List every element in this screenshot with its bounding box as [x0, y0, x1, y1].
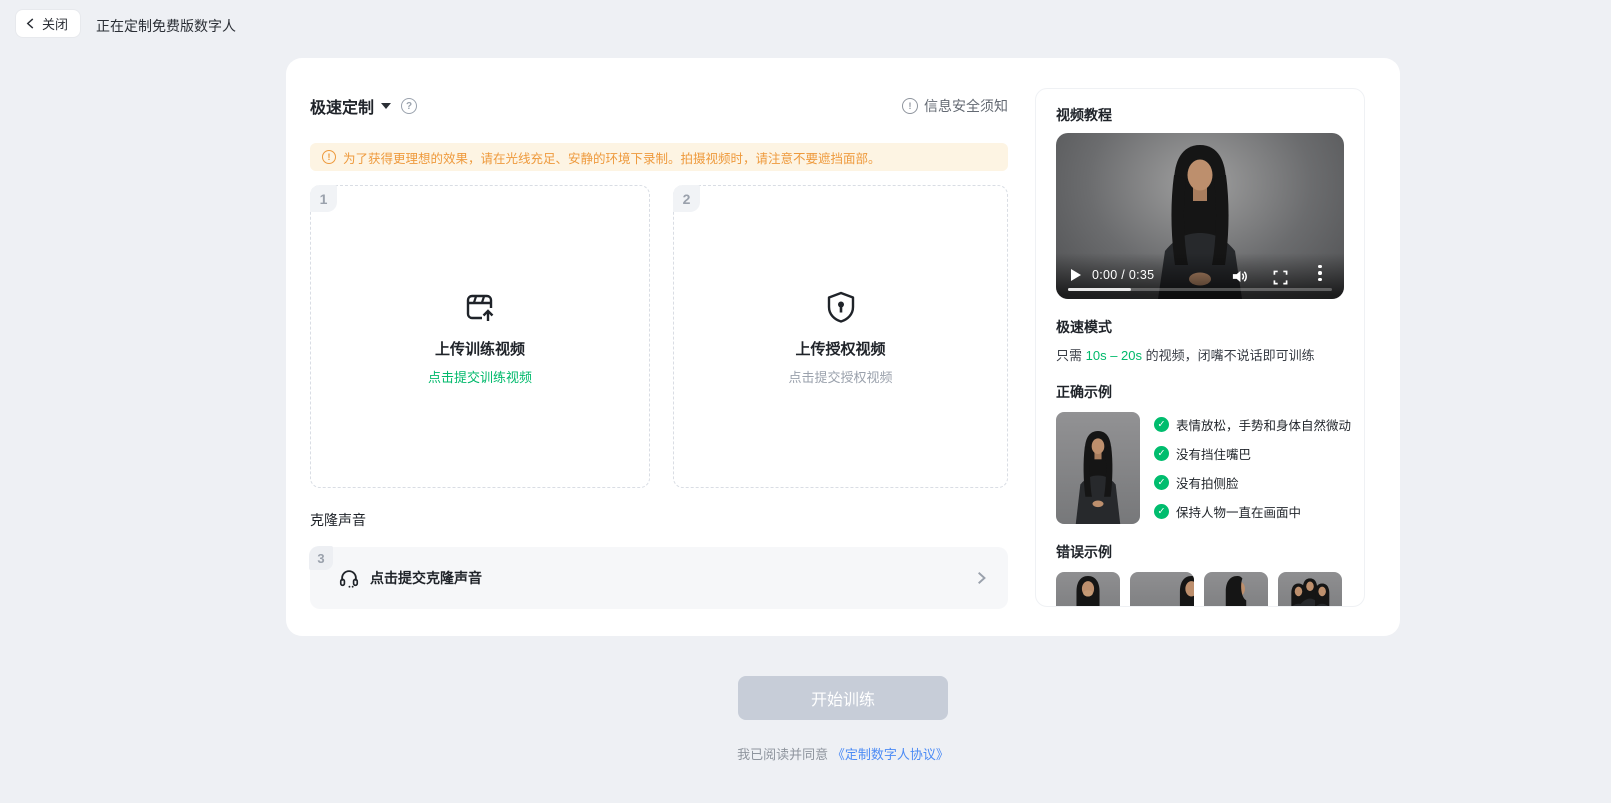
upload-training-title: 上传训练视频: [435, 338, 525, 359]
wrong-example-thumbnails: [1056, 572, 1344, 607]
upload-authorization-video-dropzone[interactable]: 2 上传授权视频 点击提交授权视频: [673, 185, 1008, 488]
back-button-label: 关闭: [42, 14, 68, 33]
wrong-example-side-profile-image: [1204, 572, 1268, 607]
help-icon[interactable]: ?: [401, 98, 417, 114]
chevron-right-icon: [974, 571, 988, 585]
step-number-badge: 2: [673, 185, 700, 212]
check-item-label: 表情放松，手势和身体自然微动: [1176, 415, 1351, 434]
clone-voice-row[interactable]: 3 点击提交克隆声音: [310, 547, 1008, 609]
page-title: 正在定制免费版数字人: [96, 16, 236, 36]
warning-info-icon: !: [322, 150, 336, 164]
video-controls-bar: 0:00 / 0:35: [1056, 253, 1344, 299]
correct-example-image: [1056, 412, 1140, 524]
security-notice-label: 信息安全须知: [924, 96, 1008, 116]
start-training-button[interactable]: 开始训练: [738, 676, 948, 720]
video-progress-bar[interactable]: [1068, 288, 1332, 291]
list-item: ✓ 保持人物一直在画面中: [1154, 502, 1351, 521]
wrong-example-multiple-people-image: [1278, 572, 1342, 607]
play-button[interactable]: [1071, 269, 1081, 281]
step-number-badge: 1: [310, 185, 337, 212]
volume-icon[interactable]: [1231, 268, 1248, 285]
fast-mode-description: 只需 10s – 20s 的视频，闭嘴不说话即可训练: [1056, 345, 1344, 364]
agreement-row: 我已阅读并同意 《定制数字人协议》: [286, 744, 1400, 763]
check-item-label: 没有拍侧脸: [1176, 473, 1239, 492]
agreement-prefix: 我已阅读并同意: [737, 747, 828, 762]
chevron-left-icon: [25, 18, 36, 29]
fast-mode-desc-prefix: 只需: [1056, 348, 1086, 363]
tutorial-title: 视频教程: [1056, 105, 1344, 125]
check-item-label: 保持人物一直在画面中: [1176, 502, 1301, 521]
check-icon: ✓: [1154, 417, 1169, 432]
check-icon: ✓: [1154, 504, 1169, 519]
info-icon: !: [902, 98, 918, 114]
wrong-example-out-of-frame-image: [1130, 572, 1194, 607]
clone-voice-label: 点击提交克隆声音: [370, 568, 482, 588]
check-icon: ✓: [1154, 475, 1169, 490]
step-number-badge: 3: [309, 546, 333, 570]
agreement-link[interactable]: 《定制数字人协议》: [832, 747, 949, 762]
video-upload-icon: [461, 288, 499, 326]
card-header: 极速定制 ? ! 信息安全须知: [310, 94, 1008, 118]
correct-example-heading: 正确示例: [1056, 382, 1344, 402]
mode-title: 极速定制: [310, 94, 374, 118]
tutorial-video-player[interactable]: 0:00 / 0:35: [1056, 133, 1344, 299]
more-options-icon[interactable]: [1318, 265, 1322, 285]
correct-example-block: ✓ 表情放松，手势和身体自然微动 ✓ 没有挡住嘴巴 ✓ 没有拍侧脸 ✓ 保持人物…: [1056, 412, 1344, 524]
upload-training-subtitle: 点击提交训练视频: [428, 367, 532, 386]
correct-example-list: ✓ 表情放松，手势和身体自然微动 ✓ 没有挡住嘴巴 ✓ 没有拍侧脸 ✓ 保持人物…: [1154, 412, 1351, 524]
check-item-label: 没有挡住嘴巴: [1176, 444, 1251, 463]
security-notice-link[interactable]: ! 信息安全须知: [902, 96, 1008, 116]
back-close-button[interactable]: 关闭: [16, 10, 80, 37]
wrong-example-cover-mouth-image: [1056, 572, 1120, 607]
video-time: 0:00 / 0:35: [1092, 268, 1154, 282]
tutorial-panel: 视频教程 0:00 / 0:35: [1035, 88, 1365, 607]
chevron-down-icon: [381, 103, 391, 109]
shield-keyhole-icon: [822, 288, 860, 326]
headset-icon: [338, 567, 360, 589]
upload-authorization-title: 上传授权视频: [795, 338, 885, 359]
list-item: ✓ 表情放松，手势和身体自然微动: [1154, 415, 1351, 434]
fast-mode-desc-suffix: 的视频，闭嘴不说话即可训练: [1142, 348, 1315, 363]
wrong-example-heading: 错误示例: [1056, 542, 1344, 562]
mode-select-dropdown[interactable]: 极速定制: [310, 94, 391, 118]
upload-training-video-dropzone[interactable]: 1 上传训练视频 点击提交训练视频: [310, 185, 650, 488]
fullscreen-icon[interactable]: [1273, 270, 1288, 285]
upload-authorization-subtitle: 点击提交授权视频: [788, 367, 892, 386]
main-card: 极速定制 ? ! 信息安全须知 ! 为了获得更理想的效果，请在光线充足、安静的环…: [286, 58, 1400, 636]
warning-banner: ! 为了获得更理想的效果，请在光线充足、安静的环境下录制。拍摄视频时，请注意不要…: [310, 143, 1008, 171]
warning-text: 为了获得更理想的效果，请在光线充足、安静的环境下录制。拍摄视频时，请注意不要遮挡…: [343, 148, 881, 167]
presenter-portrait: [1066, 428, 1130, 524]
list-item: ✓ 没有拍侧脸: [1154, 473, 1351, 492]
check-icon: ✓: [1154, 446, 1169, 461]
list-item: ✓ 没有挡住嘴巴: [1154, 444, 1351, 463]
fast-mode-desc-highlight: 10s – 20s: [1086, 348, 1142, 363]
clone-voice-section-label: 克隆声音: [310, 510, 366, 530]
fast-mode-heading: 极速模式: [1056, 317, 1344, 337]
